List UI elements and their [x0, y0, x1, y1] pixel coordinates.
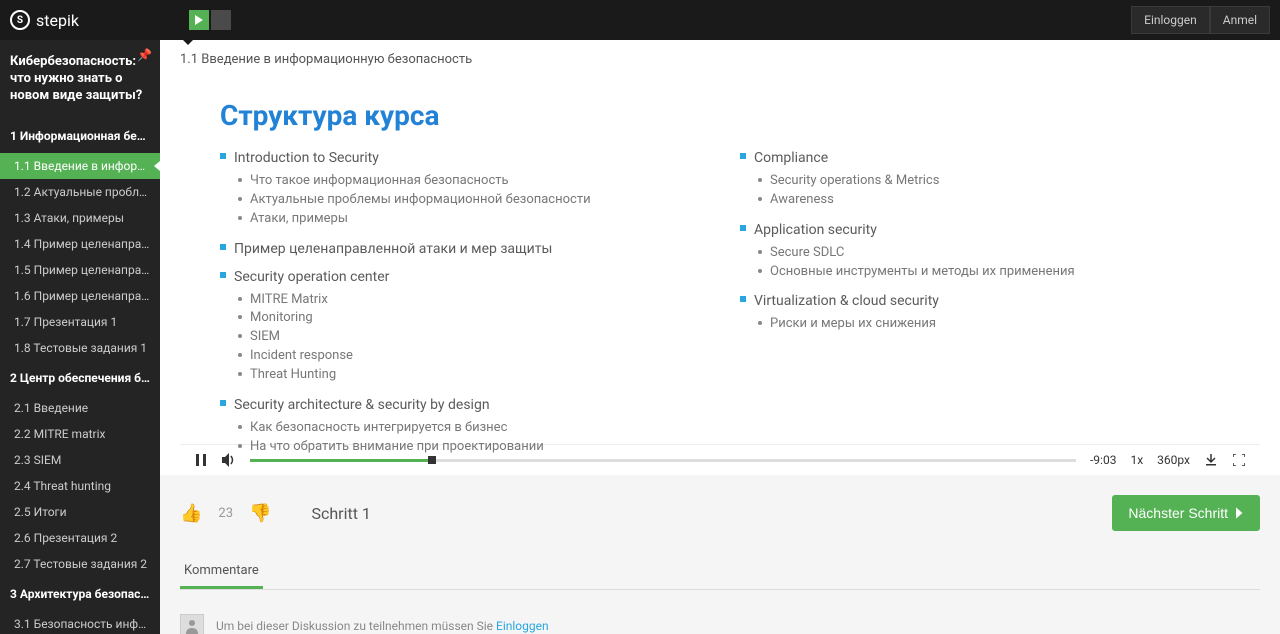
slide-topic: Introduction to Security Что такое информ…	[220, 150, 700, 229]
slide-sub-item: Threat Hunting	[238, 366, 700, 385]
lesson-item[interactable]: 2.7 Тестовые задания 2	[0, 551, 160, 577]
slide-sub-item: Атаки, примеры	[238, 210, 700, 229]
slide-topic: Security architecture & security by desi…	[220, 397, 700, 457]
slide-sub-item: Monitoring	[238, 309, 700, 328]
slide-sub-item: MITRE Matrix	[238, 291, 700, 310]
tabs: Kommentare	[180, 555, 1260, 590]
login-button[interactable]: Einloggen	[1131, 6, 1210, 34]
pause-icon[interactable]	[194, 453, 208, 467]
pin-icon[interactable]: 📌	[137, 48, 152, 62]
slide-topic-head: Security operation center	[220, 269, 700, 285]
next-step-label: Nächster Schritt	[1128, 505, 1228, 521]
lesson-item[interactable]: 2.3 SIEM	[0, 447, 160, 473]
slide-title: Структура курса	[220, 99, 1220, 132]
lesson-item[interactable]: 1.8 Тестовые задания 1	[0, 335, 160, 361]
thumbs-down-icon[interactable]: 👎	[249, 503, 271, 524]
slide-sub-item: Основные инструменты и методы их примене…	[758, 263, 1220, 282]
lesson-item[interactable]: 1.1 Введение в информац…	[0, 153, 160, 179]
lesson-item[interactable]: 1.3 Атаки, примеры	[0, 205, 160, 231]
comment-prompt: Um bei dieser Diskussion zu teilnehmen m…	[180, 590, 1260, 634]
lesson-item[interactable]: 1.4 Пример целенаправле…	[0, 231, 160, 257]
slide-sub-item: Awareness	[758, 191, 1220, 210]
slide-topic-head: Security architecture & security by desi…	[220, 397, 700, 413]
course-title[interactable]: Кибербезопасность: что нужно знать о нов…	[0, 40, 160, 119]
progress-fill	[250, 459, 432, 462]
like-count: 23	[218, 506, 233, 521]
lesson-item[interactable]: 2.1 Введение	[0, 395, 160, 421]
slide-topic: Virtualization & cloud security Риски и м…	[740, 293, 1220, 334]
logo-icon: S	[10, 10, 30, 30]
slide-topic-head: Пример целенаправленной атаки и мер защи…	[220, 241, 700, 257]
step-box-1[interactable]	[189, 10, 209, 30]
signup-button[interactable]: Anmel	[1210, 6, 1270, 34]
lesson-item[interactable]: 2.4 Threat hunting	[0, 473, 160, 499]
fullscreen-icon[interactable]	[1232, 453, 1246, 467]
lesson-item[interactable]: 1.6 Пример целенаправле…	[0, 283, 160, 309]
video-slide: Структура курса Introduction to Security…	[180, 79, 1260, 444]
slide-sub-item: Как безопасность интегрируется в бизнес	[238, 419, 700, 438]
logo[interactable]: S stepik	[10, 10, 79, 30]
slide-topic: Application security Secure SDLCОсновные …	[740, 222, 1220, 282]
lesson-item[interactable]: 1.2 Актуальные проблем…	[0, 179, 160, 205]
slide-sub-item: Риски и меры их снижения	[758, 315, 1220, 334]
tab-comments[interactable]: Kommentare	[180, 555, 263, 589]
section-header[interactable]: 1 Информационная безоп…	[0, 119, 160, 153]
below-video: 👍 23 👎 Schritt 1 Nächster Schritt Kommen…	[160, 475, 1280, 634]
slide-sub-item: Актуальные проблемы информационной безоп…	[238, 191, 700, 210]
slide-sub-item: Incident response	[238, 347, 700, 366]
slide-sub-item: Что такое информационная безопасность	[238, 172, 700, 191]
slide-topic-head: Introduction to Security	[220, 150, 700, 166]
slide-sub-item: На что обратить внимание при проектирова…	[238, 438, 700, 457]
section-header[interactable]: 3 Архитектура безопаснос…	[0, 577, 160, 611]
progress-thumb[interactable]	[428, 456, 436, 464]
lesson-item[interactable]: 1.5 Пример целенаправле…	[0, 257, 160, 283]
next-step-button[interactable]: Nächster Schritt	[1112, 495, 1260, 531]
brand-text: stepik	[36, 11, 79, 30]
step-title: Schritt 1	[311, 504, 370, 523]
lesson-item[interactable]: 2.2 MITRE matrix	[0, 421, 160, 447]
slide-topic-head: Compliance	[740, 150, 1220, 166]
section-header[interactable]: 2 Центр обеспечения безо…	[0, 361, 160, 395]
login-link[interactable]: Einloggen	[496, 619, 549, 633]
slide-sub-item: SIEM	[238, 328, 700, 347]
slide-topic: Пример целенаправленной атаки и мер защи…	[220, 241, 700, 257]
topbar-right: Einloggen Anmel	[1131, 6, 1270, 34]
prompt-text: Um bei dieser Diskussion zu teilnehmen m…	[216, 619, 549, 633]
topbar: S stepik Einloggen Anmel	[0, 0, 1280, 40]
volume-icon[interactable]	[222, 453, 236, 467]
content: 1.1 Введение в информационную безопаснос…	[160, 40, 1280, 634]
progress-bar[interactable]	[250, 459, 1076, 462]
slide-topic: Compliance Security operations & MetricsA…	[740, 150, 1220, 210]
step-pointer-icon	[183, 40, 193, 45]
breadcrumb: 1.1 Введение в информационную безопаснос…	[160, 40, 1280, 79]
slide-topic-head: Virtualization & cloud security	[740, 293, 1220, 309]
slide-topic-head: Application security	[740, 222, 1220, 238]
slide-sub-item: Secure SDLC	[758, 244, 1220, 263]
playback-speed[interactable]: 1x	[1130, 453, 1143, 467]
thumbs-up-icon[interactable]: 👍	[180, 503, 202, 524]
sidebar: 📌 Кибербезопасность: что нужно знать о н…	[0, 40, 160, 634]
action-row: 👍 23 👎 Schritt 1 Nächster Schritt	[180, 495, 1260, 545]
lesson-item[interactable]: 3.1 Безопасность инфрас…	[0, 611, 160, 634]
avatar-icon	[180, 614, 204, 634]
video-container: Структура курса Introduction to Security…	[180, 79, 1260, 475]
lesson-item[interactable]: 1.7 Презентация 1	[0, 309, 160, 335]
time-remaining: -9:03	[1090, 453, 1116, 467]
download-icon[interactable]	[1204, 453, 1218, 467]
step-nav	[189, 10, 231, 30]
video-quality[interactable]: 360px	[1157, 453, 1190, 467]
slide-sub-item: Security operations & Metrics	[758, 172, 1220, 191]
lesson-item[interactable]: 2.5 Итоги	[0, 499, 160, 525]
slide-topic: Security operation center MITRE MatrixMon…	[220, 269, 700, 385]
lesson-item[interactable]: 2.6 Презентация 2	[0, 525, 160, 551]
step-box-2[interactable]	[211, 10, 231, 30]
